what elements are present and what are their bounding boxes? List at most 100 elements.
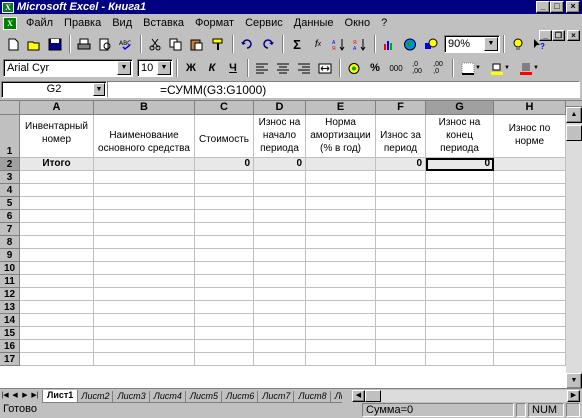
row-header[interactable]: 7: [0, 223, 20, 236]
cell-d11[interactable]: [254, 275, 306, 288]
row-header[interactable]: 9: [0, 249, 20, 262]
scroll-thumb[interactable]: [365, 390, 381, 402]
cell-c12[interactable]: [195, 288, 254, 301]
cell-a1[interactable]: Инвентарный номер: [20, 115, 94, 158]
cell-c5[interactable]: [195, 197, 254, 210]
cell-g16[interactable]: [426, 340, 494, 353]
print-icon[interactable]: [74, 34, 94, 54]
menu-tools[interactable]: Сервис: [240, 17, 289, 29]
align-left-icon[interactable]: [252, 58, 272, 78]
cell-f14[interactable]: [376, 314, 426, 327]
cell-f3[interactable]: [376, 171, 426, 184]
cell-a13[interactable]: [20, 301, 94, 314]
cell-f10[interactable]: [376, 262, 426, 275]
cell-h10[interactable]: [494, 262, 566, 275]
map-icon[interactable]: [400, 34, 420, 54]
cell-g7[interactable]: [426, 223, 494, 236]
workbook-icon[interactable]: X: [3, 16, 17, 30]
cell-f2[interactable]: 0: [376, 158, 426, 171]
row-header[interactable]: 16: [0, 340, 20, 353]
cell-d2[interactable]: 0: [254, 158, 306, 171]
cell-g13[interactable]: [426, 301, 494, 314]
cell-e17[interactable]: [306, 353, 376, 366]
vertical-scrollbar[interactable]: ▲ ▼: [566, 101, 582, 389]
row-header[interactable]: 13: [0, 301, 20, 314]
cell-h2[interactable]: [494, 158, 566, 171]
cell-c8[interactable]: [195, 236, 254, 249]
cell-e14[interactable]: [306, 314, 376, 327]
first-sheet-icon[interactable]: |◀: [0, 390, 10, 402]
cell-e6[interactable]: [306, 210, 376, 223]
menu-edit[interactable]: Правка: [59, 17, 107, 29]
copy-icon[interactable]: [166, 34, 186, 54]
name-box[interactable]: G2 ▼: [1, 81, 107, 98]
cell-a4[interactable]: [20, 184, 94, 197]
cell-b10[interactable]: [94, 262, 195, 275]
cell-a7[interactable]: [20, 223, 94, 236]
cell-a16[interactable]: [20, 340, 94, 353]
cell-f6[interactable]: [376, 210, 426, 223]
sheet-tab[interactable]: Лист5: [184, 390, 224, 403]
cell-b6[interactable]: [94, 210, 195, 223]
cell-e15[interactable]: [306, 327, 376, 340]
cell-e10[interactable]: [306, 262, 376, 275]
cell-d8[interactable]: [254, 236, 306, 249]
cell-f11[interactable]: [376, 275, 426, 288]
redo-icon[interactable]: [258, 34, 278, 54]
column-header-g[interactable]: G: [426, 101, 494, 115]
cell-b7[interactable]: [94, 223, 195, 236]
align-center-icon[interactable]: [273, 58, 293, 78]
row-header[interactable]: 3: [0, 171, 20, 184]
font-name-select[interactable]: Arial Cyr ▼: [3, 59, 133, 77]
sheet-tab[interactable]: Лист3: [112, 390, 151, 403]
chevron-down-icon[interactable]: ▼: [484, 37, 498, 51]
cell-g14[interactable]: [426, 314, 494, 327]
cell-g10[interactable]: [426, 262, 494, 275]
cell-a11[interactable]: [20, 275, 94, 288]
close-button[interactable]: ×: [566, 1, 580, 13]
column-header-f[interactable]: F: [376, 101, 426, 115]
cell-b11[interactable]: [94, 275, 195, 288]
format-painter-icon[interactable]: [208, 34, 228, 54]
cell-d17[interactable]: [254, 353, 306, 366]
cell-d4[interactable]: [254, 184, 306, 197]
cell-g2[interactable]: 0: [426, 158, 494, 171]
cell-g5[interactable]: [426, 197, 494, 210]
new-icon[interactable]: [3, 34, 23, 54]
cell-a9[interactable]: [20, 249, 94, 262]
cell-g6[interactable]: [426, 210, 494, 223]
cell-d5[interactable]: [254, 197, 306, 210]
scroll-thumb[interactable]: [566, 125, 582, 141]
cell-a12[interactable]: [20, 288, 94, 301]
cell-c4[interactable]: [195, 184, 254, 197]
autosum-icon[interactable]: Σ: [287, 34, 307, 54]
cell-f13[interactable]: [376, 301, 426, 314]
cell-c17[interactable]: [195, 353, 254, 366]
menu-format[interactable]: Формат: [190, 17, 240, 29]
decrease-decimal-icon[interactable]: ,00,0: [428, 58, 448, 78]
cell-c10[interactable]: [195, 262, 254, 275]
cell-f4[interactable]: [376, 184, 426, 197]
zoom-select[interactable]: 90% ▼: [444, 35, 500, 53]
cell-g8[interactable]: [426, 236, 494, 249]
help-icon[interactable]: ?: [529, 34, 549, 54]
cell-b8[interactable]: [94, 236, 195, 249]
row-header[interactable]: 12: [0, 288, 20, 301]
horizontal-scrollbar[interactable]: ◀ ▶: [352, 390, 580, 402]
cell-h14[interactable]: [494, 314, 566, 327]
cell-d12[interactable]: [254, 288, 306, 301]
cell-d6[interactable]: [254, 210, 306, 223]
menu-data[interactable]: Данные: [289, 17, 340, 29]
cell-f8[interactable]: [376, 236, 426, 249]
row-header[interactable]: 14: [0, 314, 20, 327]
percent-icon[interactable]: %: [365, 58, 385, 78]
tipwizard-icon[interactable]: [508, 34, 528, 54]
column-header-a[interactable]: A: [20, 101, 94, 115]
cell-f7[interactable]: [376, 223, 426, 236]
column-header-e[interactable]: E: [306, 101, 376, 115]
cell-a10[interactable]: [20, 262, 94, 275]
cell-b16[interactable]: [94, 340, 195, 353]
cell-b2[interactable]: [94, 158, 195, 171]
cell-b9[interactable]: [94, 249, 195, 262]
cell-h11[interactable]: [494, 275, 566, 288]
